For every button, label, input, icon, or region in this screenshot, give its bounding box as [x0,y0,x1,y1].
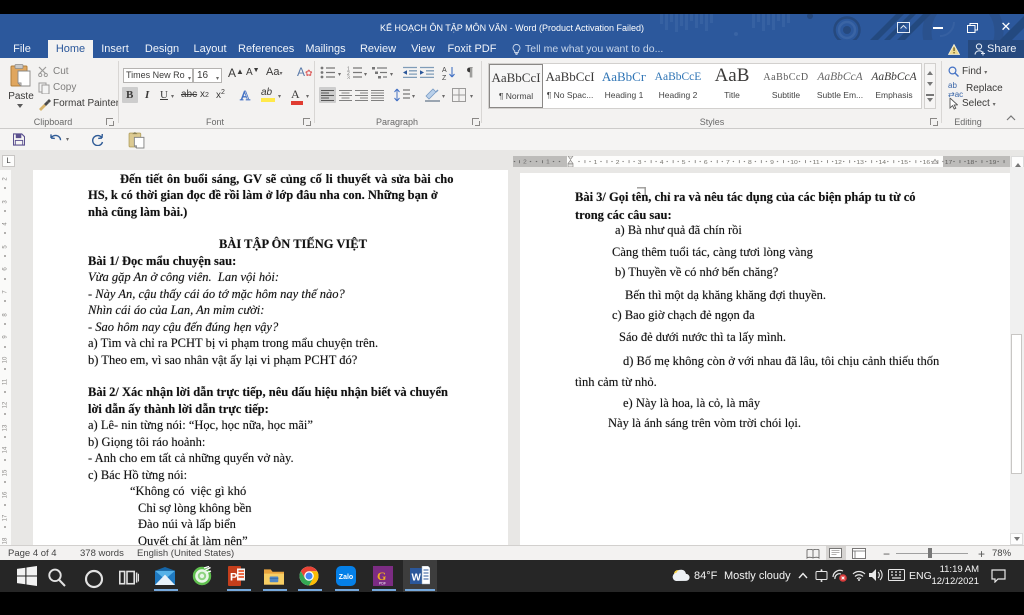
svg-text:3: 3 [638,159,642,165]
svg-text:5: 5 [682,159,686,165]
svg-text:15: 15 [901,159,909,165]
svg-text:18: 18 [967,159,975,165]
svg-text:9: 9 [770,159,774,165]
svg-text:6: 6 [704,159,708,165]
svg-text:PDF: PDF [379,582,386,586]
svg-text:19: 19 [989,159,997,165]
svg-text:11: 11 [813,159,821,165]
svg-text:12: 12 [834,159,842,165]
svg-text:Zalo: Zalo [339,574,353,581]
svg-text:7: 7 [726,159,730,165]
svg-text:P: P [230,572,237,584]
svg-text:W: W [412,573,422,584]
svg-text:16: 16 [923,159,931,165]
svg-text:13: 13 [856,159,864,165]
svg-text:A: A [442,67,447,74]
svg-text:2: 2 [616,159,620,165]
svg-text:Z: Z [442,75,447,80]
svg-text:17: 17 [945,159,953,165]
svg-text:3: 3 [347,76,350,80]
svg-text:14: 14 [879,159,887,165]
svg-text:4: 4 [660,159,664,165]
svg-text:8: 8 [748,159,752,165]
svg-text:1: 1 [594,159,598,165]
svg-text:A: A [240,89,251,103]
svg-text:10: 10 [790,159,798,165]
